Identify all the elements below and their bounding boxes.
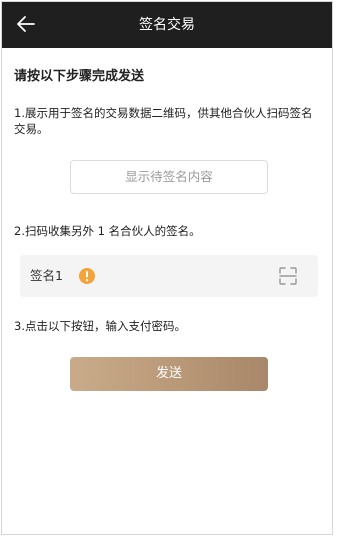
step-3-text: 3.点击以下按钮，输入支付密码。 [14,319,186,333]
scan-icon[interactable] [278,266,298,286]
warning-icon [78,267,96,285]
page-title: 签名交易 [139,17,195,33]
signature-row[interactable]: 签名1 [20,255,318,297]
step-1-text: 1.展示用于签名的交易数据二维码，供其他合伙人扫码签名交易。 [14,106,313,136]
instructions-heading: 请按以下步骤完成发送 [14,69,145,84]
signature-label: 签名1 [30,268,63,283]
top-nav-bar: 签名交易 [2,2,332,48]
send-button[interactable]: 发送 [70,357,268,391]
app-screen: 签名交易 请按以下步骤完成发送 1.展示用于签名的交易数据二维码，供其他合伙人扫… [1,1,333,535]
step-2-text: 2.扫码收集另外 1 名合伙人的签名。 [14,224,201,238]
show-unsigned-content-button[interactable]: 显示待签名内容 [70,160,268,194]
